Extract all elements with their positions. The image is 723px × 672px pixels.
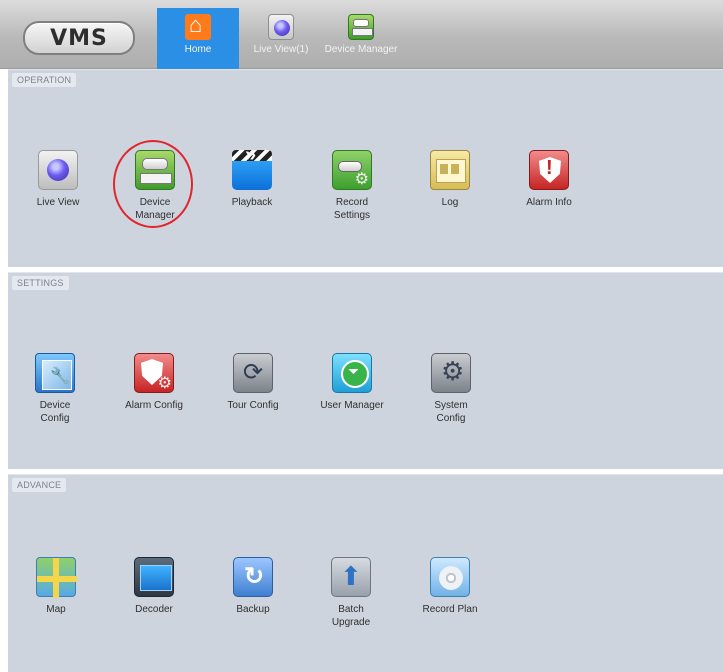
live-view-button[interactable]: Live View — [18, 150, 98, 209]
map-icon — [36, 557, 77, 598]
settings-panel: SETTINGS Device Config Alarm Config Tour… — [8, 272, 723, 469]
log-label: Log — [441, 197, 459, 208]
map-label: Map — [46, 604, 66, 615]
tour-config-label: Tour Config — [227, 400, 279, 411]
decoder-label: Decoder — [135, 604, 173, 615]
top-toolbar: VMS Home Live View(1) Device Manager — [0, 0, 723, 69]
tour-config-button[interactable]: Tour Config — [213, 353, 293, 412]
device-icon — [348, 14, 374, 40]
user-manager-label: User Manager — [320, 400, 384, 411]
log-icon — [430, 150, 470, 190]
alarm-shield-icon — [529, 150, 569, 190]
device-manager-icon — [135, 150, 175, 190]
device-config-button[interactable]: Device Config — [15, 353, 95, 425]
user-icon — [332, 353, 372, 393]
camera-lens-icon — [38, 150, 78, 190]
system-config-button[interactable]: System Config — [411, 353, 491, 425]
section-title-advance: ADVANCE — [12, 478, 67, 492]
alarm-info-label: Alarm Info — [526, 197, 572, 208]
advance-panel: ADVANCE Map Decoder Backup Batch Upgrade… — [8, 474, 723, 672]
decoder-button[interactable]: Decoder — [114, 557, 194, 616]
tab-device-manager[interactable]: Device Manager — [318, 8, 404, 68]
alarm-config-icon — [134, 353, 174, 393]
playback-button[interactable]: Playback — [212, 144, 292, 209]
record-settings-icon — [332, 150, 372, 190]
operation-panel: OPERATION Live View Device Manager Playb… — [8, 69, 723, 267]
tour-icon — [233, 353, 273, 393]
record-settings-label: Record Settings — [333, 197, 371, 221]
system-gear-icon — [431, 353, 471, 393]
user-manager-button[interactable]: User Manager — [312, 353, 392, 412]
batch-upgrade-button[interactable]: Batch Upgrade — [311, 557, 391, 629]
backup-button[interactable]: Backup — [213, 557, 293, 616]
section-title-settings: SETTINGS — [12, 276, 69, 290]
alarm-config-label: Alarm Config — [125, 400, 183, 411]
tab-home[interactable]: Home — [157, 8, 239, 69]
section-title-operation: OPERATION — [12, 73, 77, 87]
upload-arrow-icon — [331, 557, 371, 597]
alarm-config-button[interactable]: Alarm Config — [114, 353, 194, 412]
vms-logo: VMS — [23, 21, 135, 55]
playback-label: Playback — [231, 197, 273, 208]
system-config-label: System Config — [434, 400, 468, 424]
disc-icon — [430, 557, 470, 597]
live-view-label: Live View — [36, 197, 80, 208]
tab-home-label: Home — [184, 44, 212, 55]
batch-upgrade-label: Batch Upgrade — [331, 604, 371, 628]
camera-icon — [268, 14, 294, 40]
map-button[interactable]: Map — [16, 557, 96, 616]
record-plan-button[interactable]: Record Plan — [410, 557, 490, 616]
tab-device-manager-label: Device Manager — [324, 44, 398, 55]
tab-live-view[interactable]: Live View(1) — [244, 8, 318, 68]
tab-live-view-label: Live View(1) — [253, 44, 309, 55]
home-icon — [185, 12, 211, 40]
record-settings-button[interactable]: Record Settings — [312, 150, 392, 222]
device-manager-button[interactable]: Device Manager — [115, 150, 195, 222]
log-button[interactable]: Log — [410, 150, 490, 209]
record-plan-label: Record Plan — [422, 604, 478, 615]
device-config-label: Device Config — [39, 400, 71, 424]
backup-icon — [233, 557, 273, 597]
decoder-icon — [134, 557, 174, 597]
device-config-icon — [35, 353, 75, 393]
clapperboard-icon — [232, 144, 272, 190]
device-manager-label: Device Manager — [135, 197, 175, 221]
alarm-info-button[interactable]: Alarm Info — [509, 150, 589, 209]
backup-label: Backup — [236, 604, 270, 615]
